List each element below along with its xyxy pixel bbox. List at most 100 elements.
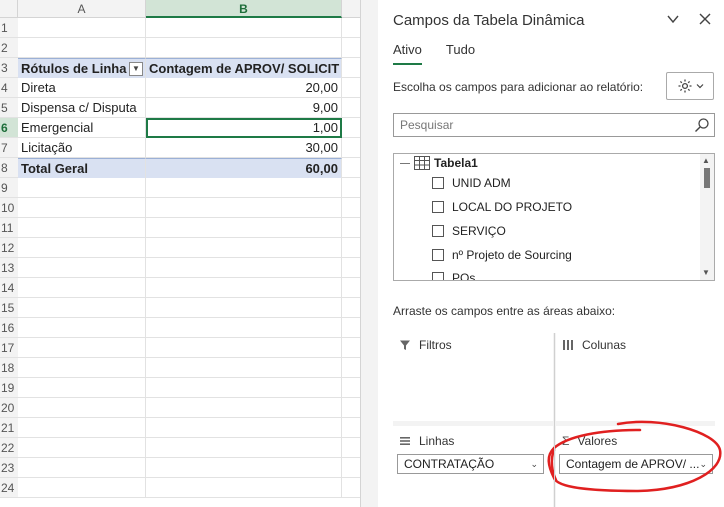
row-header[interactable]: 20 <box>0 398 18 418</box>
search-icon[interactable] <box>694 117 710 133</box>
cell[interactable] <box>18 338 146 358</box>
scroll-up-icon[interactable]: ▲ <box>702 156 710 165</box>
pivot-row-label[interactable]: Emergencial <box>18 118 146 138</box>
select-all-corner[interactable] <box>0 0 18 18</box>
row-header[interactable]: 15 <box>0 298 18 318</box>
field-checkbox[interactable] <box>432 201 444 213</box>
row-header[interactable]: 4 <box>0 78 18 98</box>
pivot-values-header[interactable]: Contagem de APROV/ SOLICIT <box>146 58 342 78</box>
field-item[interactable]: POs <box>432 271 475 280</box>
row-header[interactable]: 7 <box>0 138 18 158</box>
panel-options-chevron-down-icon[interactable] <box>666 12 680 29</box>
chevron-down-icon[interactable]: ⌄ <box>699 455 707 473</box>
cell[interactable] <box>18 418 146 438</box>
field-item[interactable]: SERVIÇO <box>432 224 506 238</box>
cell[interactable] <box>18 278 146 298</box>
cell[interactable] <box>146 18 342 38</box>
field-item[interactable]: UNID ADM <box>432 176 511 190</box>
row-header[interactable]: 13 <box>0 258 18 278</box>
cell[interactable] <box>146 478 342 498</box>
tab-tudo[interactable]: Tudo <box>446 42 475 65</box>
cell[interactable] <box>18 18 146 38</box>
cell[interactable] <box>18 478 146 498</box>
cell[interactable] <box>146 398 342 418</box>
pivot-row-label[interactable]: Direta <box>18 78 146 98</box>
field-checkbox[interactable] <box>432 249 444 261</box>
row-header[interactable]: 2 <box>0 38 18 58</box>
cell[interactable] <box>146 198 342 218</box>
field-checkbox[interactable] <box>432 272 444 280</box>
row-header[interactable]: 23 <box>0 458 18 478</box>
row-header[interactable]: 8 <box>0 158 18 178</box>
field-item[interactable]: nº Projeto de Sourcing <box>432 248 572 262</box>
cell[interactable] <box>18 218 146 238</box>
scroll-down-icon[interactable]: ▼ <box>702 268 710 277</box>
pivot-row-label[interactable]: Licitação <box>18 138 146 158</box>
pivot-row-value[interactable]: 20,00 <box>146 78 342 98</box>
tree-root-tabela1[interactable]: Tabela1 <box>400 156 478 170</box>
row-header[interactable]: 12 <box>0 238 18 258</box>
cell[interactable] <box>18 178 146 198</box>
cell[interactable] <box>18 358 146 378</box>
row-header[interactable]: 10 <box>0 198 18 218</box>
close-icon[interactable] <box>698 12 712 29</box>
cell[interactable] <box>18 198 146 218</box>
cell[interactable] <box>146 298 342 318</box>
cell[interactable] <box>146 338 342 358</box>
scroll-thumb[interactable] <box>704 168 710 188</box>
cell[interactable] <box>146 38 342 58</box>
cell[interactable] <box>18 258 146 278</box>
row-header[interactable]: 9 <box>0 178 18 198</box>
cell[interactable] <box>18 438 146 458</box>
tab-ativo[interactable]: Ativo <box>393 42 422 65</box>
cell[interactable] <box>146 438 342 458</box>
row-header-active[interactable]: 6 <box>0 118 18 138</box>
column-header-a[interactable]: A <box>18 0 146 18</box>
field-list-scrollbar[interactable]: ▲ ▼ <box>700 154 714 280</box>
cell[interactable] <box>146 458 342 478</box>
cell[interactable] <box>146 258 342 278</box>
row-header[interactable]: 16 <box>0 318 18 338</box>
row-header[interactable]: 1 <box>0 18 18 38</box>
cell[interactable] <box>146 418 342 438</box>
row-header[interactable]: 11 <box>0 218 18 238</box>
cell[interactable] <box>146 178 342 198</box>
cell[interactable] <box>18 398 146 418</box>
cell[interactable] <box>146 218 342 238</box>
cell[interactable] <box>146 318 342 338</box>
pivot-row-label[interactable]: Dispensa c/ Disputa <box>18 98 146 118</box>
cell[interactable] <box>146 238 342 258</box>
row-header[interactable]: 18 <box>0 358 18 378</box>
row-header[interactable]: 17 <box>0 338 18 358</box>
cell[interactable] <box>18 298 146 318</box>
pivot-row-value[interactable]: 30,00 <box>146 138 342 158</box>
pivot-total-label[interactable]: Total Geral <box>18 158 146 178</box>
search-input[interactable] <box>394 114 689 136</box>
field-checkbox[interactable] <box>432 225 444 237</box>
cell[interactable] <box>146 378 342 398</box>
cell[interactable] <box>18 318 146 338</box>
cell[interactable] <box>146 278 342 298</box>
field-checkbox[interactable] <box>432 177 444 189</box>
row-header[interactable]: 3 <box>0 58 18 78</box>
selected-cell[interactable]: 1,00 <box>146 118 342 138</box>
row-header[interactable]: 24 <box>0 478 18 498</box>
row-header[interactable]: 21 <box>0 418 18 438</box>
pivot-row-value[interactable]: 9,00 <box>146 98 342 118</box>
chevron-down-icon[interactable]: ⌄ <box>530 455 538 473</box>
cell[interactable] <box>18 38 146 58</box>
layout-settings-button[interactable] <box>666 72 714 100</box>
row-labels-filter-dropdown-icon[interactable]: ▼ <box>129 62 143 76</box>
field-item[interactable]: LOCAL DO PROJETO <box>432 200 572 214</box>
values-field-pill[interactable]: Contagem de APROV/ ... ⌄ <box>559 454 713 474</box>
column-header-b[interactable]: B <box>146 0 342 18</box>
row-header[interactable]: 5 <box>0 98 18 118</box>
row-header[interactable]: 14 <box>0 278 18 298</box>
row-header[interactable]: 22 <box>0 438 18 458</box>
row-header[interactable]: 19 <box>0 378 18 398</box>
pivot-total-value[interactable]: 60,00 <box>146 158 342 178</box>
rows-field-pill[interactable]: CONTRATAÇÃO ⌄ <box>397 454 544 474</box>
cell[interactable] <box>18 238 146 258</box>
cell[interactable] <box>18 458 146 478</box>
cell[interactable] <box>146 358 342 378</box>
